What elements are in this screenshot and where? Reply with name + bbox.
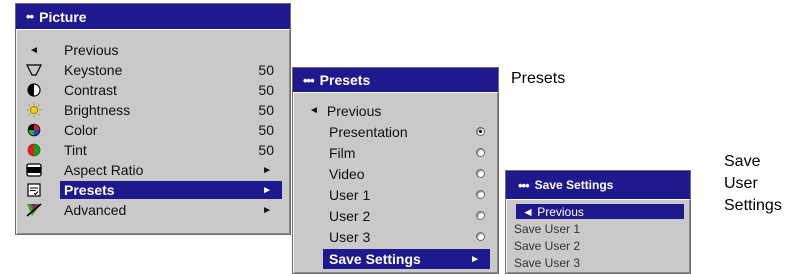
picture-item-brightness[interactable]: Brightness 50 [16, 100, 290, 120]
save-settings-menu: ••• Save Settings ◄ Previous Save User 1… [505, 170, 691, 274]
save-item-user-2[interactable]: Save User 2 [506, 237, 690, 254]
picture-item-label: Previous [64, 42, 119, 58]
menu-dots: ••• [518, 177, 530, 193]
picture-item-previous[interactable]: ◄ Previous [16, 40, 290, 60]
picture-item-label: Brightness [64, 102, 131, 118]
picture-menu-title: Picture [39, 8, 87, 25]
save-item-label: Save User 3 [514, 255, 581, 270]
contrast-value: 50 [258, 82, 274, 98]
radio-icon[interactable] [476, 232, 485, 241]
picture-item-aspect-ratio[interactable]: Aspect Ratio ► [16, 160, 290, 180]
contrast-icon [24, 83, 44, 97]
presets-item-video[interactable]: Video [293, 163, 498, 184]
submenu-arrow-icon: ► [470, 253, 480, 265]
tint-icon [24, 143, 44, 157]
save-settings-title-bar: ••• Save Settings [506, 171, 690, 200]
presets-item-previous[interactable]: ◄ Previous [293, 100, 498, 121]
presets-item-presentation[interactable]: Presentation [293, 121, 498, 142]
aspect-ratio-icon [24, 163, 44, 177]
picture-item-label: Contrast [64, 82, 117, 98]
picture-item-presets[interactable]: Presets ► [16, 180, 290, 200]
tint-value: 50 [258, 142, 274, 158]
caption-line: Save [724, 153, 761, 170]
color-value: 50 [258, 122, 274, 138]
color-icon [24, 123, 44, 137]
presets-menu: ••• Presets ◄ Previous Presentation Film… [292, 67, 499, 274]
caption-line: User [724, 175, 758, 192]
brightness-icon [24, 102, 44, 118]
save-item-label: Save User 2 [514, 238, 581, 253]
presets-item-label: Presentation [329, 123, 408, 140]
submenu-arrow-icon: ► [262, 164, 272, 176]
presets-item-label: User 1 [329, 186, 371, 203]
brightness-value: 50 [258, 102, 274, 118]
picture-item-keystone[interactable]: Keystone 50 [16, 60, 290, 80]
keystone-value: 50 [258, 62, 274, 78]
caption-line: Settings [724, 197, 782, 214]
save-item-user-1[interactable]: Save User 1 [506, 220, 690, 237]
arrow-left-icon: ◄ [309, 105, 319, 116]
presets-item-label: Film [329, 144, 356, 161]
picture-item-contrast[interactable]: Contrast 50 [16, 80, 290, 100]
radio-icon[interactable] [476, 169, 485, 178]
presets-item-label: Video [329, 165, 365, 182]
picture-item-label: Color [64, 122, 98, 138]
picture-item-advanced[interactable]: Advanced ► [16, 200, 290, 220]
presets-item-label: Previous [326, 102, 382, 119]
presets-menu-title: Presets [319, 72, 371, 88]
submenu-arrow-icon: ► [262, 204, 272, 216]
menu-dots: •• [26, 9, 34, 24]
save-item-previous[interactable]: ◄ Previous [506, 204, 690, 220]
presets-item-label: Save Settings [329, 251, 421, 267]
picture-item-label: Advanced [64, 202, 127, 218]
presets-item-user-3[interactable]: User 3 [293, 226, 498, 247]
presets-highlight: Presets ► [60, 181, 282, 199]
radio-icon[interactable] [476, 211, 485, 220]
presets-item-user-1[interactable]: User 1 [293, 184, 498, 205]
menu-dots: ••• [303, 72, 315, 88]
save-settings-highlight: Save Settings ► [323, 249, 490, 269]
radio-icon[interactable] [476, 148, 485, 157]
radio-selected-icon[interactable] [476, 127, 485, 136]
picture-item-label: Presets [64, 182, 115, 198]
save-settings-title: Save Settings [534, 178, 614, 192]
save-previous-highlight: ◄ Previous [516, 204, 684, 219]
save-item-label: Save User 1 [514, 221, 581, 236]
presets-item-label: User 2 [329, 207, 371, 224]
presets-item-label: User 3 [329, 228, 371, 245]
picture-item-color[interactable]: Color 50 [16, 120, 290, 140]
radio-icon[interactable] [476, 190, 485, 199]
picture-menu-title-bar: •• Picture [16, 4, 290, 30]
picture-menu: •• Picture ◄ Previous Keystone 50 Contra… [15, 3, 291, 235]
save-item-user-3[interactable]: Save User 3 [506, 254, 690, 271]
keystone-icon [24, 64, 44, 76]
advanced-icon [24, 203, 44, 217]
submenu-arrow-icon: ► [262, 184, 272, 196]
presets-caption: Presets [511, 70, 566, 87]
presets-item-film[interactable]: Film [293, 142, 498, 163]
save-item-label: ◄ Previous [522, 204, 584, 219]
picture-item-label: Keystone [64, 62, 123, 78]
picture-item-label: Aspect Ratio [64, 162, 144, 178]
save-user-settings-caption: Save User Settings [724, 151, 782, 217]
presets-item-save-settings[interactable]: Save Settings ► [293, 249, 498, 270]
picture-item-label: Tint [64, 142, 87, 158]
picture-item-tint[interactable]: Tint 50 [16, 140, 290, 160]
presets-icon [24, 183, 44, 197]
arrow-left-icon: ◄ [29, 44, 39, 56]
presets-menu-title-bar: ••• Presets [293, 68, 498, 93]
presets-item-user-2[interactable]: User 2 [293, 205, 498, 226]
